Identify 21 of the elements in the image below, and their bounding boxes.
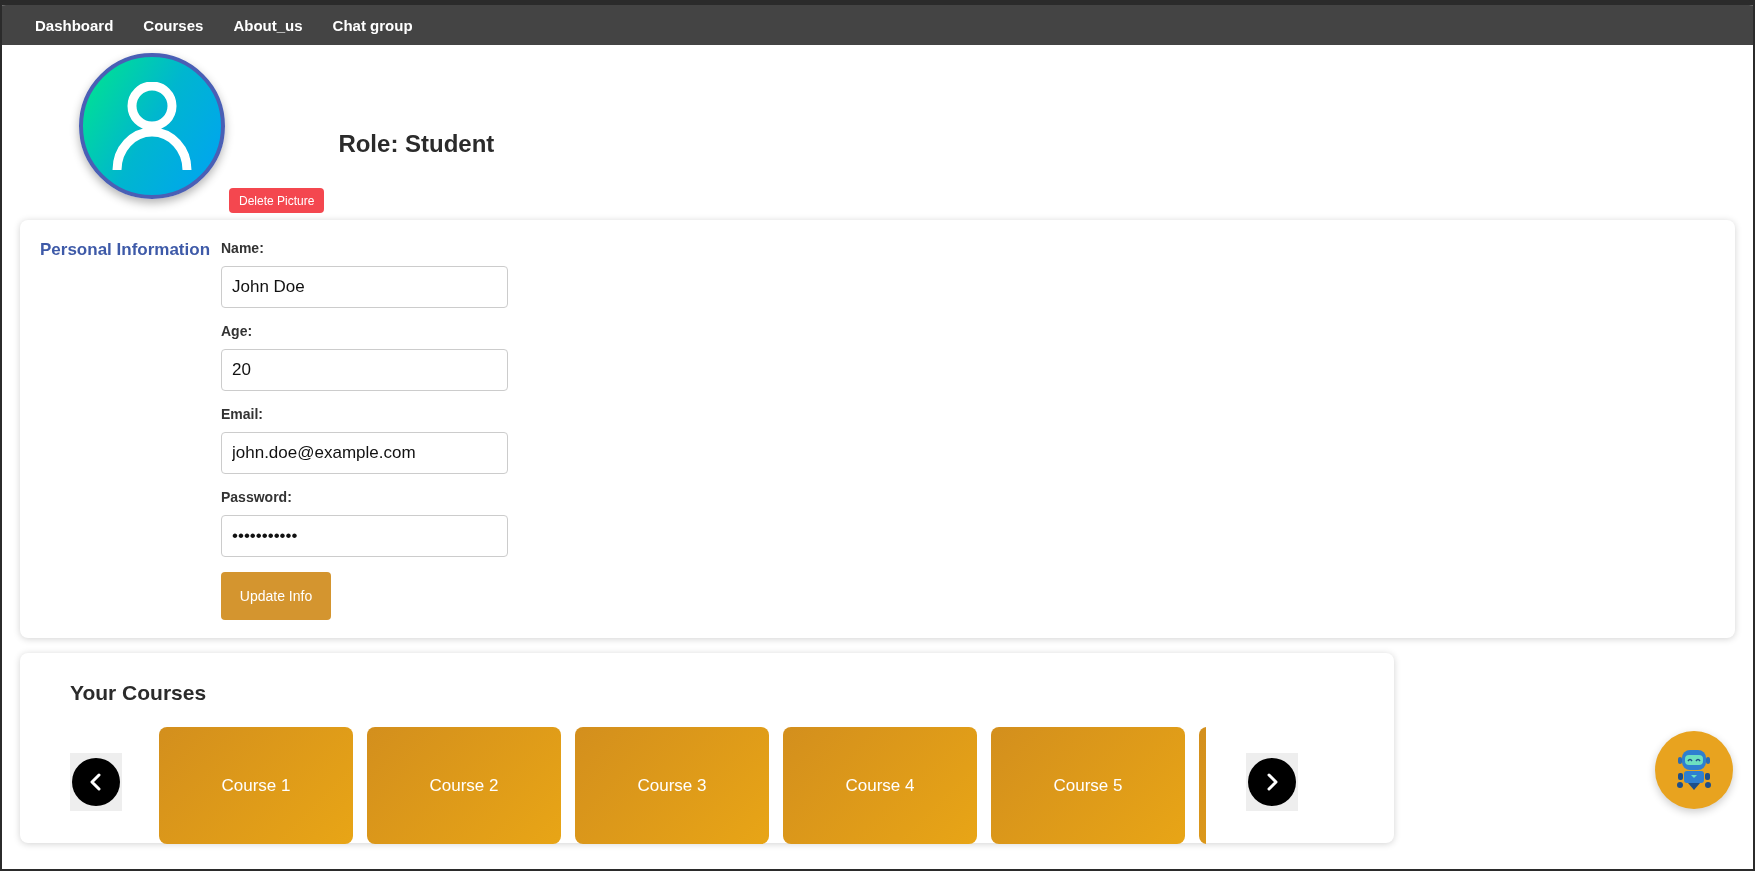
nav-link[interactable]: About_us	[233, 16, 303, 34]
next-button[interactable]	[1248, 757, 1296, 806]
previous-button[interactable]	[72, 757, 120, 806]
input-field[interactable]: 20	[221, 349, 508, 391]
field-label: Age:	[221, 323, 254, 339]
nav-link[interactable]: Courses	[143, 16, 204, 34]
input-field[interactable]: john.doe@example.com	[221, 432, 508, 474]
nav-link[interactable]: Chat group	[332, 16, 413, 34]
field-label: Name:	[221, 240, 265, 256]
field-label: Email:	[221, 406, 264, 422]
section-title: Your Courses	[70, 681, 208, 705]
input-field[interactable]: •••••••••••	[221, 515, 508, 557]
role-heading: Role: Student	[338, 130, 495, 158]
delete-picture-button[interactable]: Delete Picture	[229, 188, 325, 213]
avatar-icon	[79, 53, 225, 199]
input-field[interactable]: John Doe	[221, 266, 508, 308]
field-label: Password:	[221, 489, 293, 505]
chatbot-button[interactable]	[1655, 731, 1733, 809]
nav-link[interactable]: Dashboard	[35, 16, 114, 34]
robot-icon	[1674, 748, 1714, 792]
section-title: Personal Information	[40, 240, 212, 261]
